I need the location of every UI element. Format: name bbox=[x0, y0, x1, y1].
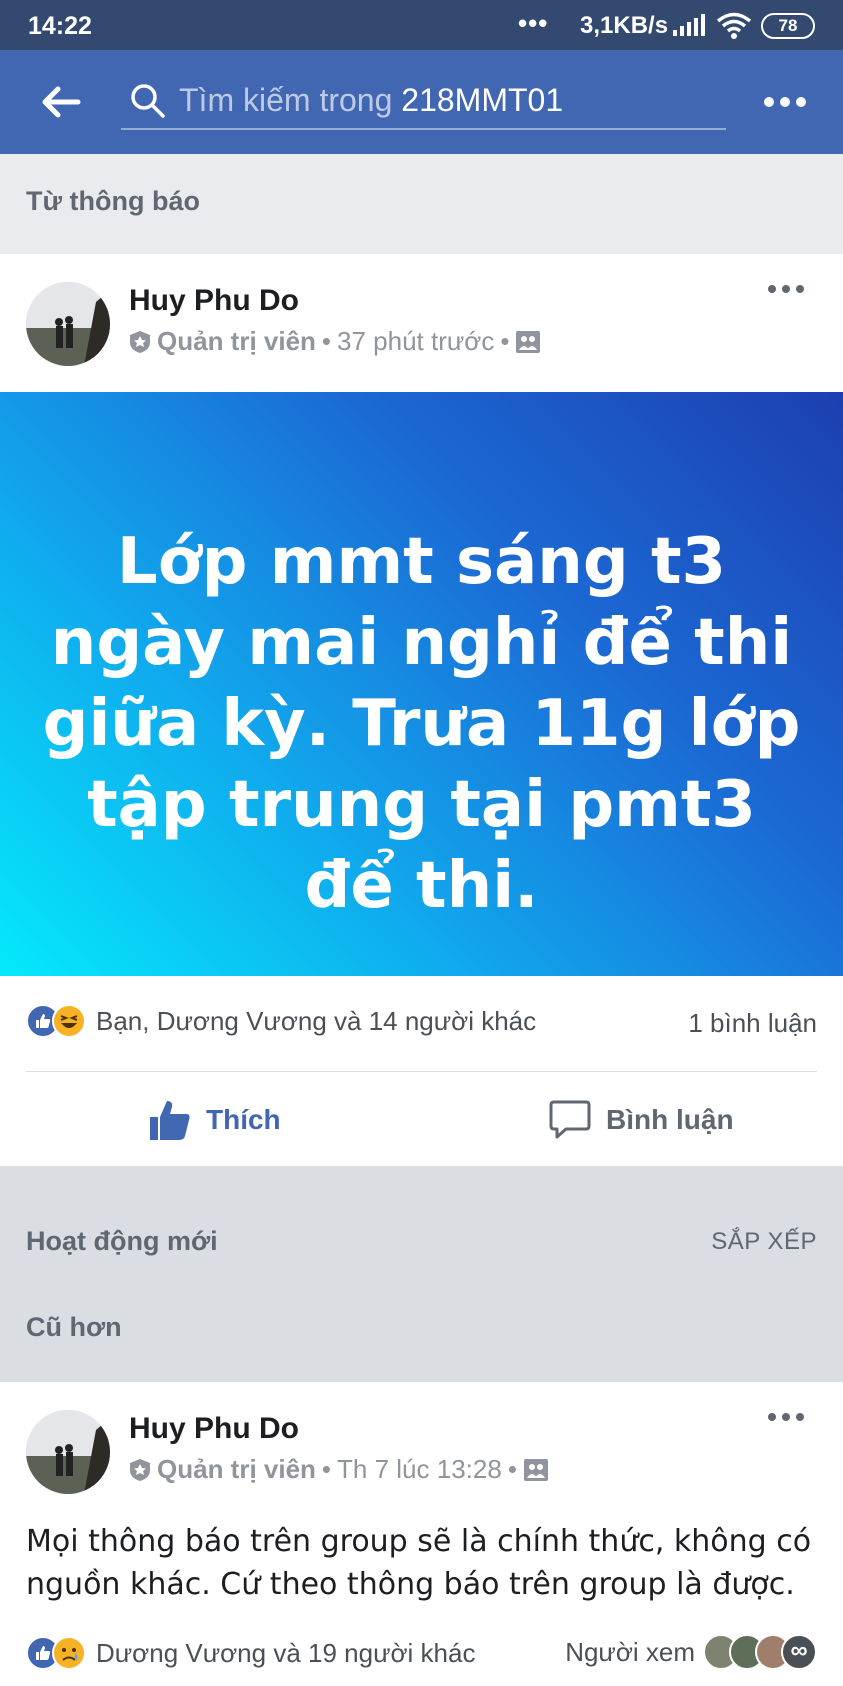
network-speed: 3,1KB/s bbox=[580, 12, 669, 39]
meta-separator: • bbox=[507, 1454, 517, 1484]
search-icon bbox=[131, 84, 165, 118]
comment-bubble-icon bbox=[549, 1100, 591, 1139]
reactions-summary[interactable]: Bạn, Dương Vương và 14 người khác bbox=[26, 1004, 536, 1038]
comment-label: Bình luận bbox=[606, 1104, 734, 1135]
from-notification-header: Từ thông báo bbox=[0, 154, 843, 254]
new-activity-label: Hoạt động mới bbox=[26, 1226, 218, 1256]
status-bar: 14:22 ••• 3,1KB/s 78 bbox=[0, 0, 843, 50]
admin-role: Quản trị viên bbox=[157, 1454, 316, 1484]
post-meta: Quản trị viên • 37 phút trước • bbox=[129, 326, 541, 357]
search-input[interactable]: Tìm kiếm trong 218MMT01 bbox=[121, 72, 726, 130]
admin-badge-icon bbox=[130, 1458, 150, 1481]
wifi-icon bbox=[716, 12, 752, 39]
more-viewers-icon: ∞ bbox=[781, 1634, 817, 1670]
admin-role: Quản trị viên bbox=[157, 326, 316, 356]
sad-reaction-icon bbox=[52, 1636, 86, 1670]
avatar[interactable] bbox=[26, 1410, 110, 1494]
post-options-icon[interactable] bbox=[762, 1402, 810, 1432]
seen-by[interactable]: Người xem ∞ bbox=[565, 1634, 817, 1670]
reactions-text: Bạn, Dương Vương và 14 người khác bbox=[96, 1005, 537, 1036]
post-text: Mọi thông báo trên group sẽ là chính thứ… bbox=[26, 1524, 812, 1602]
post-meta: Quản trị viên • Th 7 lúc 13:28 • bbox=[129, 1454, 549, 1485]
reactions-summary[interactable]: Dương Vương và 19 người khác bbox=[26, 1636, 475, 1670]
search-group-name: 218MMT01 bbox=[401, 82, 564, 118]
new-activity-header: Hoạt động mới SẮP XẾP Cũ hơn bbox=[0, 1166, 843, 1382]
sort-button[interactable]: SẮP XẾP bbox=[711, 1228, 817, 1256]
comment-button[interactable]: Bình luận bbox=[548, 1098, 734, 1142]
back-arrow-icon[interactable] bbox=[38, 80, 82, 124]
avatar[interactable] bbox=[26, 282, 110, 366]
status-time: 14:22 bbox=[28, 12, 92, 40]
haha-reaction-icon bbox=[52, 1004, 86, 1038]
meta-separator: • bbox=[500, 326, 510, 356]
avatar-photo bbox=[26, 1410, 110, 1494]
more-options-icon[interactable] bbox=[760, 82, 810, 122]
from-notification-label: Từ thông báo bbox=[26, 186, 201, 216]
like-thumb-icon bbox=[150, 1101, 190, 1140]
group-audience-icon bbox=[516, 330, 541, 353]
meta-separator: • bbox=[321, 326, 332, 356]
app-bar: Tìm kiếm trong 218MMT01 bbox=[0, 50, 843, 154]
search-placeholder: Tìm kiếm trong 218MMT01 bbox=[179, 82, 564, 118]
like-label: Thích bbox=[206, 1104, 281, 1135]
post-time[interactable]: 37 phút trước bbox=[337, 326, 494, 357]
colored-background-post: Lớp mmt sáng t3 ngày mai nghỉ để thi giữ… bbox=[0, 392, 843, 976]
like-button[interactable]: Thích bbox=[148, 1098, 281, 1142]
battery-icon: 78 bbox=[761, 13, 815, 39]
divider bbox=[26, 1071, 817, 1072]
reactions-text: Dương Vương và 19 người khác bbox=[96, 1637, 476, 1668]
post-options-icon[interactable] bbox=[762, 274, 810, 304]
post-author[interactable]: Huy Phu Do bbox=[129, 284, 299, 318]
post-time[interactable]: Th 7 lúc 13:28 bbox=[337, 1454, 502, 1485]
older-filter[interactable]: Cũ hơn bbox=[26, 1312, 122, 1343]
meta-separator: • bbox=[321, 1454, 332, 1484]
comment-count[interactable]: 1 bình luận bbox=[688, 1008, 817, 1039]
viewers-label: Người xem bbox=[565, 1636, 695, 1667]
group-audience-icon bbox=[523, 1458, 548, 1481]
post-card: Huy Phu Do Quản trị viên • Th 7 lúc 13:2… bbox=[0, 1382, 843, 1686]
post-text: Lớp mmt sáng t3 ngày mai nghỉ để thi giữ… bbox=[42, 525, 801, 923]
signal-icon bbox=[673, 14, 705, 36]
admin-badge-icon bbox=[130, 330, 150, 353]
status-more-dots: ••• bbox=[518, 8, 549, 38]
avatar-photo bbox=[26, 282, 110, 366]
post-author[interactable]: Huy Phu Do bbox=[129, 1412, 299, 1446]
